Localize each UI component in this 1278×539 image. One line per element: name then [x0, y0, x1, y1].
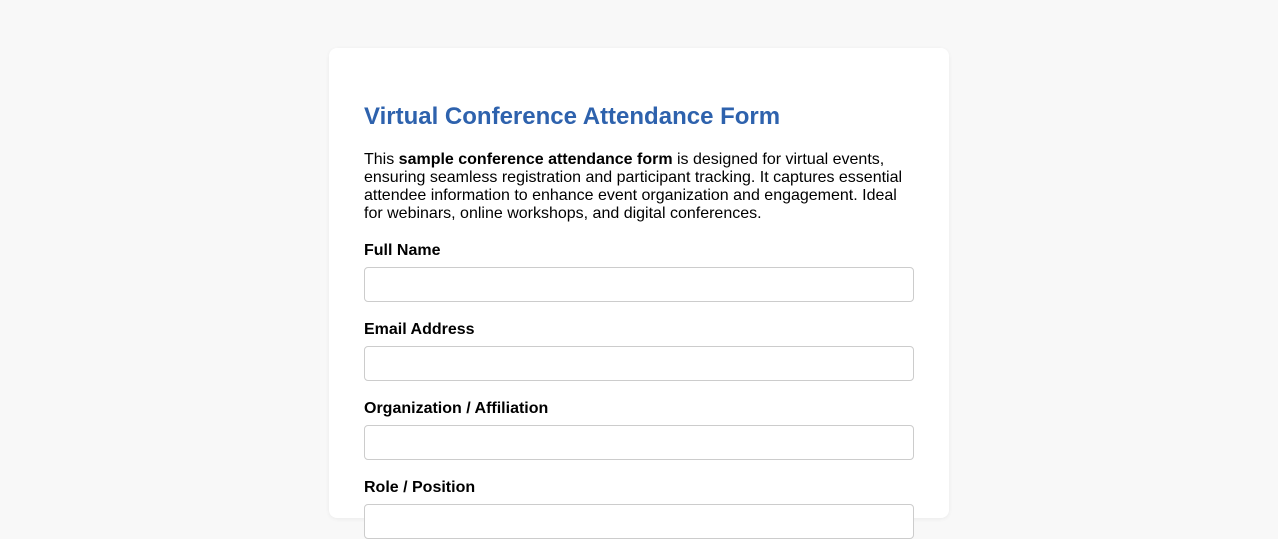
email-address-group: Email Address [364, 321, 914, 381]
form-card: Virtual Conference Attendance Form This … [329, 48, 949, 539]
organization-label: Organization / Affiliation [364, 400, 549, 417]
organization-input[interactable] [364, 425, 914, 460]
role-position-group: Role / Position [364, 479, 914, 539]
form-title: Virtual Conference Attendance Form [364, 103, 781, 130]
organization-group: Organization / Affiliation [364, 400, 914, 460]
form-fields: Full Name Email Address Organization / A… [364, 242, 914, 539]
full-name-group: Full Name [364, 242, 914, 302]
email-address-label: Email Address [364, 321, 475, 338]
email-address-input[interactable] [364, 346, 914, 381]
intro-prefix: This [364, 151, 399, 168]
intro-bold: sample conference attendance form [398, 151, 673, 168]
role-position-input[interactable] [364, 504, 914, 539]
full-name-label: Full Name [364, 242, 441, 259]
full-name-input[interactable] [364, 267, 914, 302]
role-position-label: Role / Position [364, 479, 476, 496]
form-description: This sample conference attendance form i… [364, 151, 914, 223]
